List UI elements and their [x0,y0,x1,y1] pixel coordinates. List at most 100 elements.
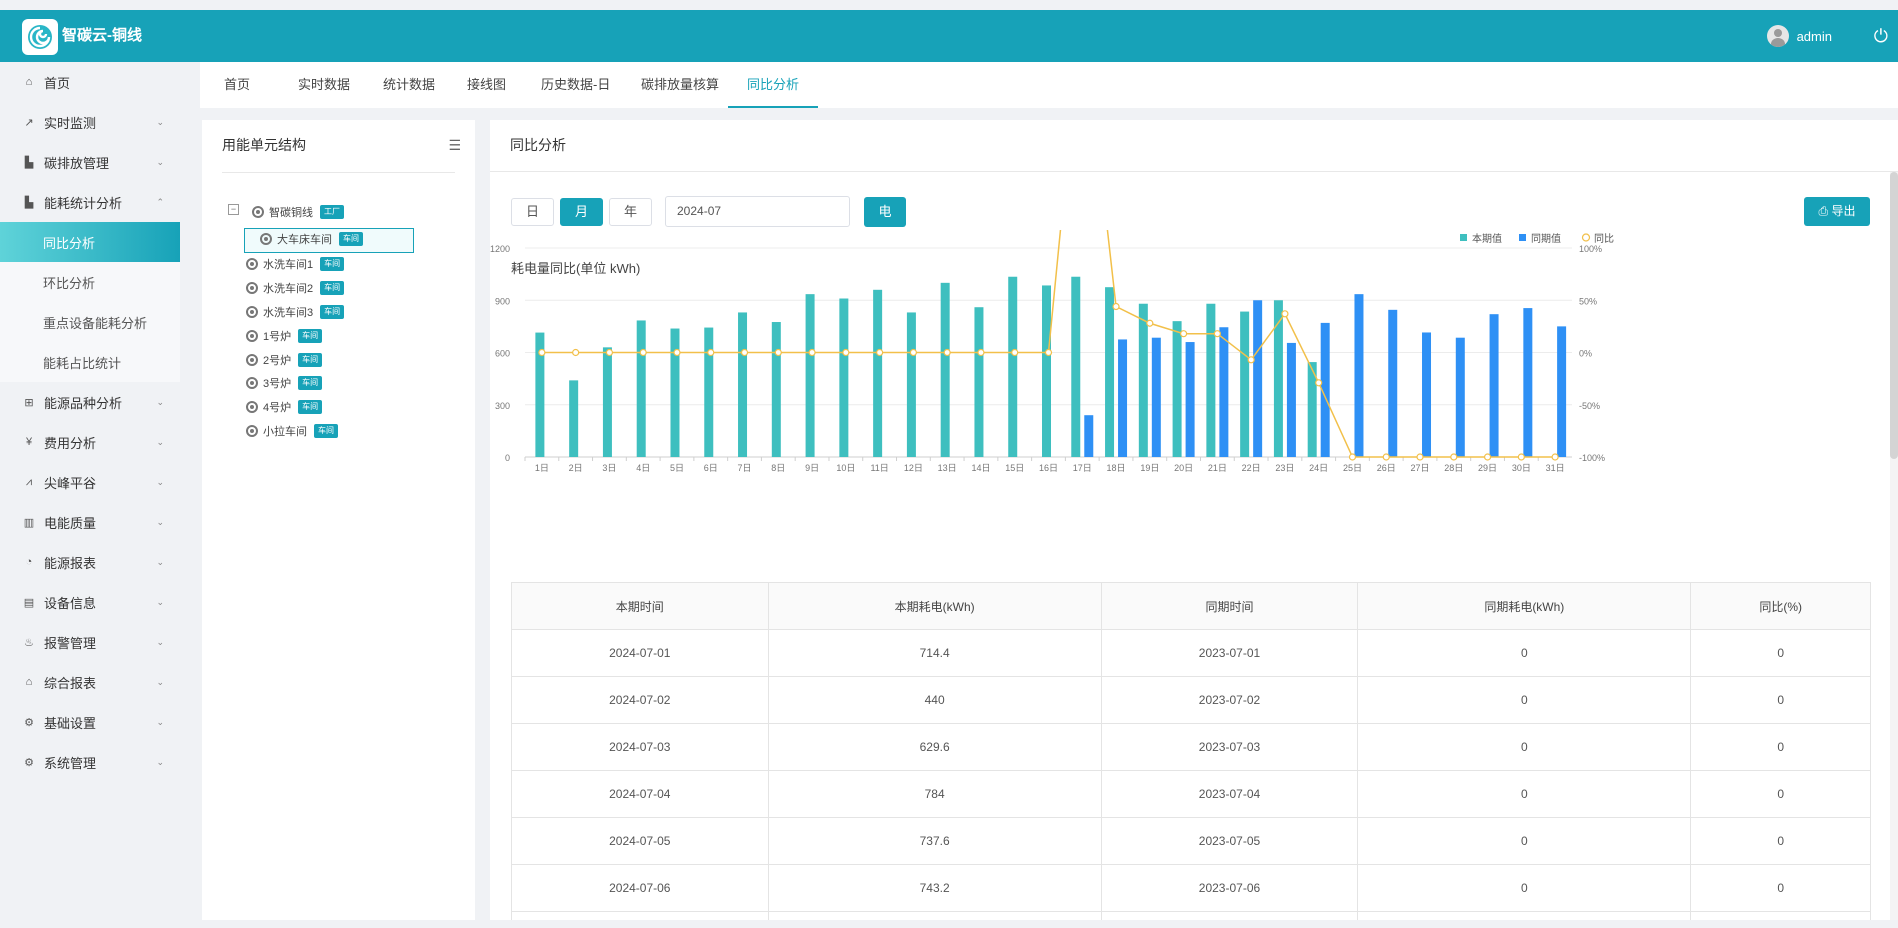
y-tick-label: 900 [495,296,510,306]
tab-6[interactable]: 同比分析 [728,62,819,108]
x-tick-label: 11日 [870,463,888,473]
node-icon [246,330,258,342]
sidebar-item-items-3[interactable]: ▙ 能耗统计分析 ⌃ [0,182,180,222]
table-cell: 0 [1357,770,1692,818]
menu-fold-icon[interactable]: ☰ [448,137,461,154]
sidebar-item-items2-9[interactable]: ⚙ 系统管理 ⌄ [0,742,180,782]
bar-previous [1084,415,1094,457]
tree-node-label: 大车床车间 [277,234,332,246]
bar-previous [1118,339,1128,457]
analysis-panel: 同比分析 日 月 年 2024-07 电 ⎙ 导出 耗电量同比(单位 kWh) … [490,120,1898,920]
legend-label: 同比 [1594,233,1614,245]
tree-node-5[interactable]: 1号炉 车间 [246,325,323,347]
tree-node-3[interactable]: 水洗车间2 车间 [246,277,345,299]
tree-node-9[interactable]: 小拉车间 车间 [246,420,338,442]
yen-icon: ¥ [25,436,33,448]
ratio-point [1382,453,1390,461]
sidebar-item-items2-4[interactable]: ◔ 能源报表 ⌄ [0,542,180,582]
table-cell: 0 [1357,817,1692,865]
y-tick-label: 1200 [490,244,510,254]
user-menu[interactable]: admin [1766,10,1832,62]
bar-previous [1523,308,1533,457]
tree-node-1[interactable]: 大车床车间 车间 [260,228,363,250]
sidebar-subitem-2[interactable]: 重点设备能耗分析 [0,302,180,342]
bar-current [1138,303,1148,457]
ratio-point [1483,453,1492,461]
table-cell: 737.6 [767,817,1102,865]
sidebar-subitem-1[interactable]: 环比分析 [0,262,180,302]
sidebar-item-items2-1[interactable]: ¥ 费用分析 ⌄ [0,422,180,462]
period-month-button[interactable]: 月 [560,198,603,226]
sidebar-item-items2-2[interactable]: ⩘ 尖峰平谷 ⌄ [0,462,180,502]
tree-node-8[interactable]: 4号炉 车间 [246,396,323,418]
table-cell: 0 [1690,676,1871,724]
tree-node-6[interactable]: 2号炉 车间 [246,349,323,371]
date-picker[interactable]: 2024-07 [665,196,850,227]
export-button[interactable]: ⎙ 导出 [1804,197,1870,226]
ratio-point [605,348,614,357]
sidebar-item-items2-5[interactable]: ▤ 设备信息 ⌄ [0,582,180,622]
collapse-icon[interactable]: − [228,204,239,215]
x-tick-label: 3日 [602,463,616,473]
ratio-point [1416,453,1424,461]
tree-node-2[interactable]: 水洗车间1 车间 [246,253,345,275]
energy-type-button[interactable]: 电 [864,197,906,227]
gear-icon: ⚙ [24,756,34,769]
ratio-point [1450,453,1458,461]
chevron-icon: ⌄ [156,476,164,487]
sidebar-item-items2-3[interactable]: ▥ 电能质量 ⌄ [0,502,180,542]
table-cell: 714.4 [767,629,1102,677]
sidebar-item-items-1[interactable]: ↗ 实时监测 ⌄ [0,102,180,142]
sidebar-subitem-3[interactable]: 能耗占比统计 [0,342,180,382]
period-year-button[interactable]: 年 [609,198,652,226]
tab-3[interactable]: 接线图 [467,62,506,108]
bar-previous [1455,337,1465,457]
table-row: 2024-07-05 737.6 2023-07-05 0 0 [511,817,1871,865]
tree-node-label: 水洗车间1 [263,259,314,271]
tree-node-0[interactable]: 智碳铜线 工厂 [252,201,344,223]
table-cell: 0 [1690,911,1871,920]
tree-node-7[interactable]: 3号炉 车间 [246,372,323,394]
sidebar-item-items2-0[interactable]: ⊞ 能源品种分析 ⌄ [0,382,180,422]
x-tick-label: 29日 [1478,463,1497,473]
sidebar-item-items-0[interactable]: ⌂ 首页 [0,62,180,102]
scrollbar-thumb[interactable] [1890,172,1898,459]
x-tick-label: 8日 [771,463,785,473]
ratio-point [1146,319,1154,327]
power-icon[interactable]: ⏻ [1874,10,1888,62]
y2-tick-label: 50% [1579,296,1597,306]
x-tick-label: 30日 [1512,463,1531,473]
sidebar-item-items2-7[interactable]: ⌂ 综合报表 ⌄ [0,662,180,702]
column-header: 同期时间 [1100,582,1359,630]
tab-5[interactable]: 碳排放量核算 [641,62,719,108]
sidebar-subitem-0[interactable]: 同比分析 [0,222,180,262]
sidebar-item-items-2[interactable]: ▙ 碳排放管理 ⌄ [0,142,180,182]
tab-1[interactable]: 实时数据 [298,62,350,108]
node-icon [246,258,258,270]
bar-current [1172,321,1182,457]
y2-tick-label: -50% [1579,401,1600,411]
table-header: 本期时间 本期耗电(kWh) 同期时间 同期耗电(kWh) 同比(%) [511,582,1871,630]
node-type-badge: 车间 [320,281,345,295]
ratio-point [1044,348,1053,357]
period-day-button[interactable]: 日 [511,198,554,226]
top-bar: 智碳云-铜线 admin ⏻ [0,10,1898,62]
pie-icon: ◔ [25,556,33,568]
table-cell: 0 [1357,676,1692,724]
chevron-icon: ⌃ [156,196,164,207]
sidebar-item-items2-8[interactable]: ⚙ 基础设置 ⌄ [0,702,180,742]
ratio-point [774,348,782,357]
tab-4[interactable]: 历史数据-日 [541,62,610,108]
ratio-point [1348,453,1357,461]
node-type-badge: 车间 [298,329,323,343]
tab-0[interactable]: 首页 [224,62,250,108]
x-tick-label: 22日 [1242,463,1261,473]
x-tick-label: 23日 [1275,463,1294,473]
chevron-icon: ⌄ [156,116,164,127]
bar-previous [1219,327,1229,457]
tree-node-4[interactable]: 水洗车间3 车间 [246,301,345,323]
x-tick-label: 16日 [1039,463,1058,473]
sidebar-item-items2-6[interactable]: ♨ 报警管理 ⌄ [0,622,180,662]
tab-2[interactable]: 统计数据 [383,62,435,108]
table-cell: 0 [1690,629,1871,677]
